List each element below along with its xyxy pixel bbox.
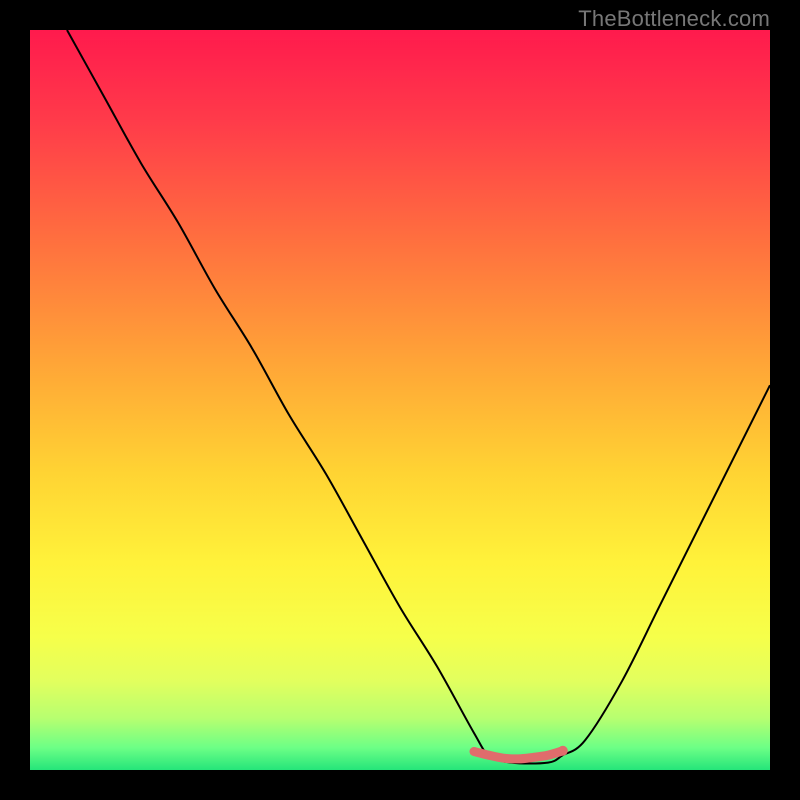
bottleneck-curve [67,30,770,764]
valley-end-dot [558,746,568,756]
valley-marker-line [474,751,563,759]
chart-stage: TheBottleneck.com [0,0,800,800]
curve-layer [30,30,770,770]
plot-area [30,30,770,770]
watermark-text: TheBottleneck.com [578,6,770,32]
